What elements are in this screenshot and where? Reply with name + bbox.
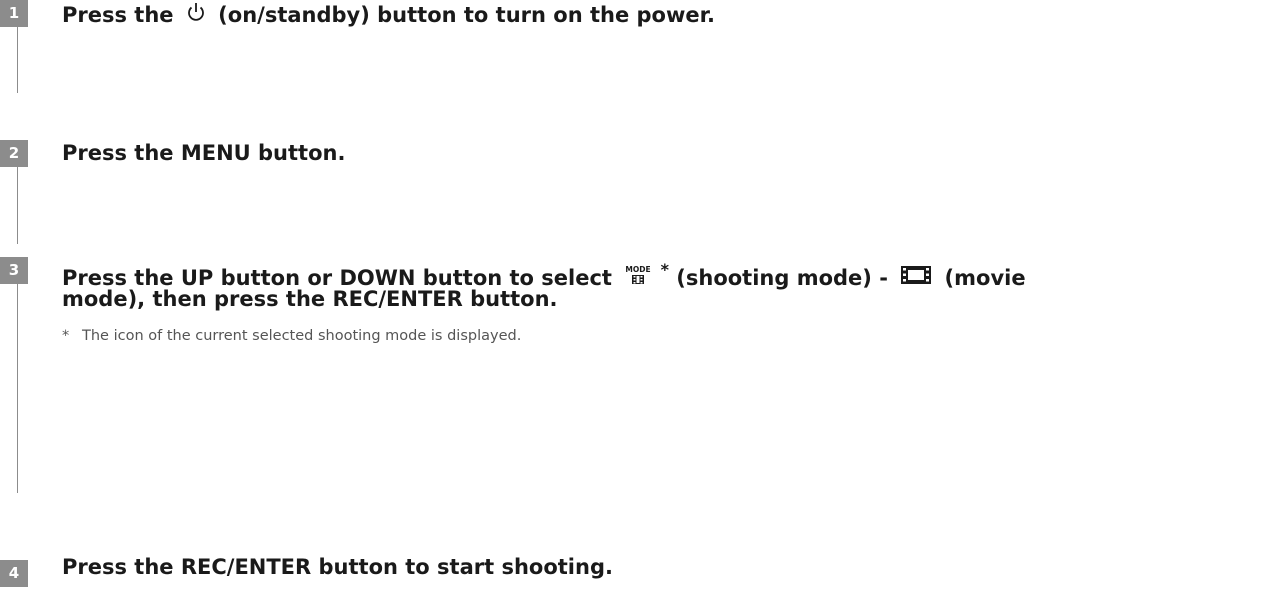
step-title-text: (movie <box>944 266 1026 290</box>
step-title: Press the (on/standby) button to turn on… <box>62 0 715 31</box>
step-title-text: (on/standby) button to turn on the power… <box>218 3 715 27</box>
step-title: Press the MENU button. <box>62 141 346 165</box>
movie-mode-icon <box>899 264 933 294</box>
step-note: * The icon of the current selected shooti… <box>62 328 521 344</box>
step-title-text: Press the <box>62 3 174 27</box>
step-title-line2: mode), then press the REC/ENTER button. <box>62 287 558 311</box>
step-title: Press the REC/ENTER button to start shoo… <box>62 555 613 579</box>
svg-text:MODE: MODE <box>626 265 651 274</box>
note-marker: * <box>62 328 70 344</box>
step-divider <box>17 167 18 244</box>
step-number-badge: 3 <box>0 257 28 284</box>
footnote-asterisk: * <box>660 260 669 279</box>
note-text: The icon of the current selected shootin… <box>82 328 522 344</box>
step-divider <box>17 284 18 493</box>
power-standby-icon <box>185 1 207 31</box>
step-number-badge: 2 <box>0 140 28 167</box>
step-title-text: (shooting mode) - <box>676 266 888 290</box>
step-divider <box>17 27 18 93</box>
step-number-badge: 1 <box>0 0 28 27</box>
step-number-badge: 4 <box>0 560 28 587</box>
mode-shooting-icon: MODE <box>625 264 651 294</box>
